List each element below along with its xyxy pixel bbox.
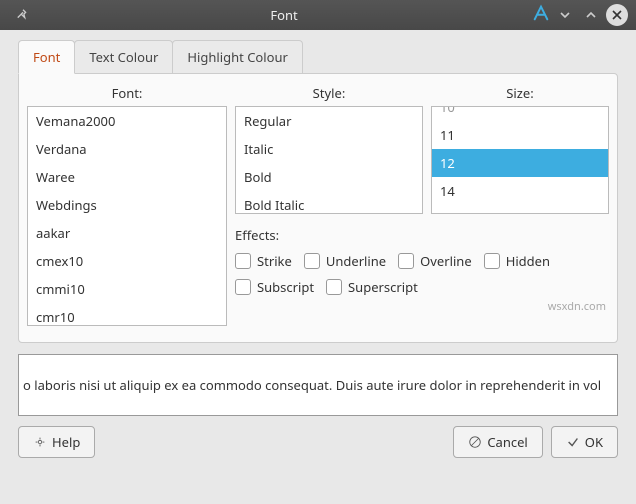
maximize-button[interactable] [580,4,602,26]
help-button[interactable]: Help [18,426,95,458]
list-item[interactable]: Italic [236,135,422,163]
font-list[interactable]: Vemana2000 Verdana Waree Webdings aakar … [27,106,227,326]
app-logo-icon [532,4,550,26]
size-list[interactable]: 10 11 12 14 16 [431,106,609,214]
button-row: Help Cancel OK [0,416,636,468]
checkbox-icon [304,253,320,269]
tab-font[interactable]: Font [18,40,75,74]
tab-bar: Font Text Colour Highlight Colour [0,30,636,74]
list-item[interactable]: Regular [236,107,422,135]
checkbox-icon [235,253,251,269]
size-header: Size: [431,80,609,106]
ok-button[interactable]: OK [551,426,618,458]
list-item[interactable]: 11 [432,121,608,149]
checkbox-underline[interactable]: Underline [304,252,386,270]
pin-icon[interactable] [16,8,30,22]
preview-text: o laboris nisi ut aliquip ex ea commodo … [23,376,601,394]
close-button[interactable] [606,4,628,26]
list-item[interactable]: 14 [432,177,608,205]
tab-highlight-colour[interactable]: Highlight Colour [172,40,303,74]
tab-panel-font: Font: Vemana2000 Verdana Waree Webdings … [18,73,618,343]
list-item[interactable]: cmex10 [28,247,226,275]
list-item[interactable]: Vemana2000 [28,107,226,135]
style-header: Style: [235,80,423,106]
titlebar: Font [0,0,636,30]
tab-text-colour[interactable]: Text Colour [74,40,173,74]
checkbox-superscript[interactable]: Superscript [326,278,418,296]
checkbox-subscript[interactable]: Subscript [235,278,314,296]
list-item[interactable]: Bold [236,163,422,191]
list-item[interactable]: Verdana [28,135,226,163]
style-list[interactable]: Regular Italic Bold Bold Italic [235,106,423,214]
checkbox-strike[interactable]: Strike [235,252,292,270]
font-preview: o laboris nisi ut aliquip ex ea commodo … [18,354,618,416]
minimize-button[interactable] [554,4,576,26]
font-header: Font: [27,80,227,106]
checkbox-icon [235,279,251,295]
checkbox-icon [326,279,342,295]
window-title: Font [36,6,532,24]
check-icon [566,435,580,449]
list-item[interactable]: 12 [432,149,608,177]
cancel-icon [468,435,482,449]
list-item[interactable]: 10 [432,106,608,121]
list-item[interactable]: Webdings [28,191,226,219]
list-item[interactable]: 16 [432,205,608,214]
list-item[interactable]: cmr10 [28,303,226,326]
watermark: wsxdn.com [548,299,606,314]
list-item[interactable]: aakar [28,219,226,247]
list-item[interactable]: Bold Italic [236,191,422,214]
checkbox-icon [398,253,414,269]
list-item[interactable]: Waree [28,163,226,191]
help-icon [33,435,47,449]
list-item[interactable]: cmmi10 [28,275,226,303]
cancel-button[interactable]: Cancel [453,426,542,458]
